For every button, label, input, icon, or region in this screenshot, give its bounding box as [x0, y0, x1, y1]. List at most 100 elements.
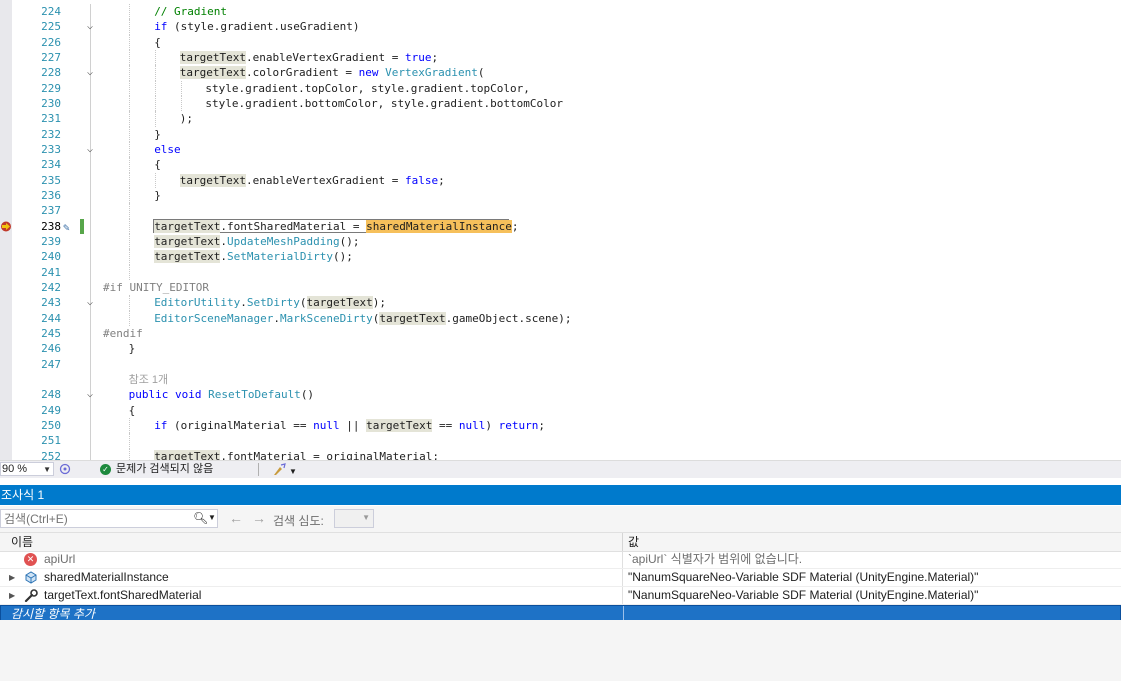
code-token: ==	[432, 418, 459, 432]
code-token: MarkSceneDirty	[280, 311, 373, 325]
search-box[interactable]: 🔍︎ ▼	[0, 509, 218, 528]
expand-arrow-icon[interactable]: ▶	[9, 569, 15, 586]
code-line[interactable]: 241	[0, 264, 1121, 280]
code-text[interactable]: targetText.enableVertexGradient = false;	[179, 173, 445, 188]
code-line[interactable]: 239 targetText.UpdateMeshPadding();	[0, 233, 1121, 250]
fold-toggle-icon[interactable]: ⌵	[84, 19, 96, 34]
code-text[interactable]: targetText.enableVertexGradient = true;	[179, 50, 439, 65]
search-depth-select[interactable]: ▼	[334, 509, 374, 528]
edit-pen-icon[interactable]: ✎	[63, 220, 70, 235]
fold-toggle-icon[interactable]: ⌵	[84, 295, 96, 310]
code-line[interactable]: 246}	[0, 341, 1121, 357]
code-token: ;	[538, 418, 545, 432]
code-text[interactable]: {	[129, 403, 136, 418]
code-text[interactable]: EditorSceneManager.MarkSceneDirty(target…	[154, 311, 571, 326]
chevron-down-icon[interactable]: ▼	[289, 464, 297, 480]
issues-status[interactable]: 문제가 검색되지 않음	[116, 461, 213, 477]
code-line[interactable]: 224 // Gradient	[0, 4, 1121, 20]
watch-row[interactable]: ▶ targetText.fontSharedMaterial "NanumSq…	[0, 587, 1121, 605]
code-text[interactable]: else	[154, 142, 181, 157]
fold-toggle-icon[interactable]: ⌵	[84, 142, 96, 157]
code-line[interactable]: 참조 1개	[0, 371, 1121, 388]
chevron-down-icon[interactable]: ▼	[208, 513, 216, 522]
code-line[interactable]: 228 ⌵ targetText.colorGradient = new Verte…	[0, 65, 1121, 81]
breakpoint-arrow-icon[interactable]	[0, 221, 12, 232]
arrow-right-icon[interactable]: →	[252, 510, 266, 526]
code-line[interactable]: 242 #if UNITY_EDITOR	[0, 279, 1121, 296]
code-text[interactable]: EditorUtility.SetDirty(targetText);	[154, 295, 386, 310]
code-line[interactable]: 225 ⌵ if (style.gradient.useGradient)	[0, 19, 1121, 35]
code-line[interactable]: 232}	[0, 126, 1121, 142]
code-line[interactable]: 233 ⌵ else	[0, 141, 1121, 158]
watch-item-name[interactable]: targetText.fontSharedMaterial	[44, 587, 201, 604]
code-line[interactable]: 245 #endif	[0, 325, 1121, 342]
code-token: targetText	[306, 296, 373, 310]
code-text[interactable]: 참조 1개	[129, 372, 169, 388]
code-text[interactable]: );	[180, 111, 193, 126]
code-line[interactable]: 251	[0, 433, 1121, 449]
arrow-left-icon[interactable]: ←	[229, 510, 243, 526]
code-text[interactable]: targetText.UpdateMeshPadding();	[154, 234, 360, 249]
code-line[interactable]: 234 {	[0, 157, 1121, 173]
code-line[interactable]: 235 targetText.enableVertexGradient = fal…	[0, 172, 1121, 188]
code-cleanup-icon[interactable]	[272, 463, 288, 476]
code-line[interactable]: 244 EditorSceneManager.MarkSceneDirty(tar…	[0, 310, 1121, 326]
code-text[interactable]: #endif	[103, 326, 143, 341]
code-line[interactable]: 236}	[0, 187, 1121, 204]
code-token: UpdateMeshPadding	[227, 234, 340, 248]
search-input[interactable]	[4, 511, 184, 526]
code-text[interactable]: targetText.SetMaterialDirty();	[154, 249, 353, 264]
code-text[interactable]: #if UNITY_EDITOR	[103, 280, 209, 295]
code-text[interactable]: targetText.fontSharedMaterial = sharedMa…	[154, 219, 518, 234]
fold-toggle-icon[interactable]: ⌵	[84, 387, 96, 402]
code-line[interactable]: 229 style.gradient.topColor, style.gradie…	[0, 80, 1121, 96]
expand-arrow-icon[interactable]: ▶	[9, 587, 15, 604]
code-line[interactable]: 231);	[0, 111, 1121, 127]
code-line[interactable]: 226 {	[0, 34, 1121, 50]
code-line[interactable]: 247	[0, 356, 1121, 372]
code-line[interactable]: 237	[0, 203, 1121, 219]
code-text[interactable]: }	[154, 127, 161, 142]
column-splitter[interactable]	[622, 533, 623, 551]
code-line[interactable]: 227 targetText.enableVertexGradient = tru…	[0, 49, 1121, 66]
line-number: 232	[41, 127, 61, 141]
search-icon[interactable]: 🔍︎	[193, 511, 208, 525]
code-text[interactable]: targetText.colorGradient = new VertexGra…	[179, 65, 484, 80]
code-line[interactable]: 248 ⌵ public void ResetToDefault()	[0, 387, 1121, 403]
code-text[interactable]: // Gradient	[154, 4, 227, 19]
watch-item-name[interactable]: apiUrl	[44, 551, 75, 568]
line-number: 225	[41, 20, 61, 34]
fold-toggle-icon[interactable]: ⌵	[84, 65, 96, 80]
watch-item-name[interactable]: sharedMaterialInstance	[44, 569, 169, 586]
code-text[interactable]: }	[129, 341, 136, 356]
code-text[interactable]: targetText.fontMaterial = originalMateri…	[154, 449, 439, 460]
code-text[interactable]: public void ResetToDefault()	[129, 387, 314, 402]
watch-item-value[interactable]: `apiUrl` 식별자가 범위에 없습니다.	[628, 551, 802, 568]
zoom-dropdown[interactable]: 90 % ▼	[0, 462, 54, 476]
code-token: (originalMaterial ==	[167, 418, 314, 432]
watch-item-value[interactable]: "NanumSquareNeo-Variable SDF Material (U…	[628, 569, 978, 586]
watch-row[interactable]: ✕ apiUrl `apiUrl` 식별자가 범위에 없습니다.	[0, 551, 1121, 569]
code-line[interactable]: 243 ⌵ EditorUtility.SetDirty(targetText);	[0, 295, 1121, 311]
column-header-name[interactable]: 이름	[11, 533, 33, 551]
code-line[interactable]: 252 targetText.fontMaterial = originalMat…	[0, 448, 1121, 460]
chevron-down-icon: ▼	[43, 465, 51, 474]
code-editor[interactable]: 224 // Gradient 225 ⌵ if (style.gradient.use…	[0, 0, 1121, 460]
watch-row[interactable]: ▶ sharedMaterialInstance "NanumSquareNeo…	[0, 569, 1121, 587]
column-header-value[interactable]: 값	[628, 533, 639, 551]
code-line[interactable]: 249 {	[0, 402, 1121, 418]
code-text[interactable]: {	[154, 35, 161, 50]
code-text[interactable]: if (originalMaterial == null || targetTe…	[154, 418, 545, 433]
code-text[interactable]: {	[154, 157, 161, 172]
watch-item-value[interactable]: "NanumSquareNeo-Variable SDF Material (U…	[628, 587, 978, 604]
code-token: ;	[431, 50, 439, 64]
code-line[interactable]: 240 targetText.SetMaterialDirty();	[0, 249, 1121, 265]
code-text[interactable]: if (style.gradient.useGradient)	[154, 19, 359, 34]
code-text[interactable]: style.gradient.bottomColor, style.gradie…	[205, 96, 563, 111]
code-line[interactable]: 238 ✎ targetText.fontSharedMaterial = shar…	[0, 218, 1121, 235]
code-line[interactable]: 250 if (originalMaterial == null || targe…	[0, 417, 1121, 434]
code-text[interactable]: }	[154, 188, 161, 203]
code-text[interactable]: style.gradient.topColor, style.gradient.…	[205, 81, 530, 96]
brain-icon[interactable]	[59, 463, 73, 476]
code-line[interactable]: 230 style.gradient.bottomColor, style.gra…	[0, 95, 1121, 112]
